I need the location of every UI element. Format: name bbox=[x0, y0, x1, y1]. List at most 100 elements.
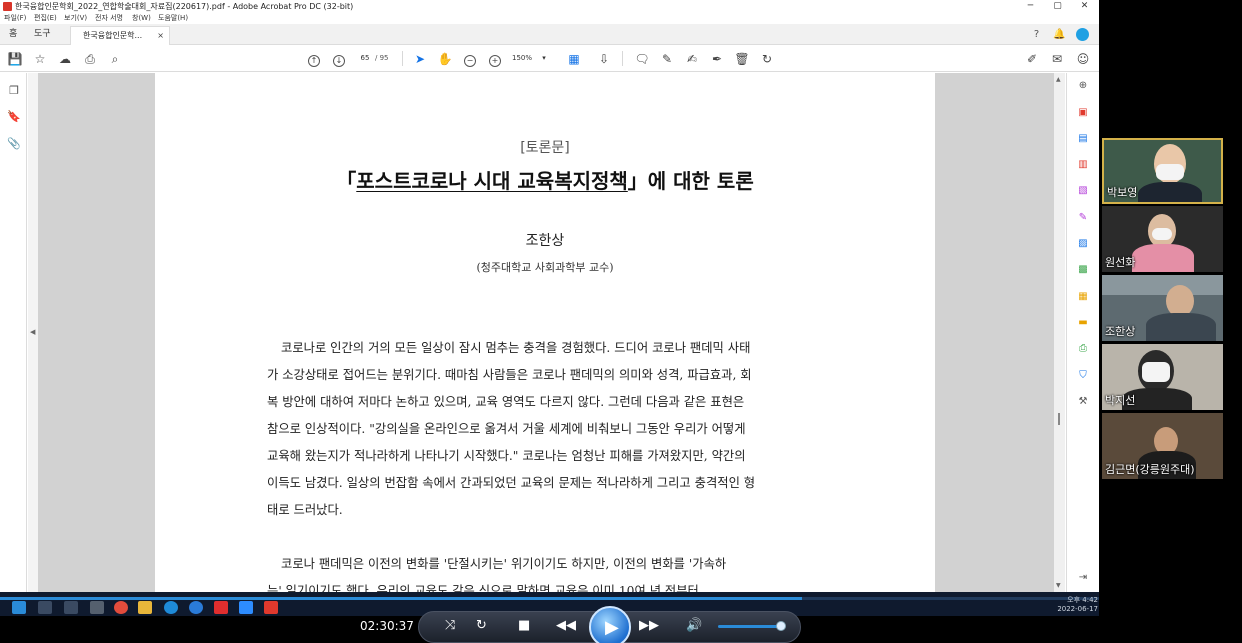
highlight-pen-icon[interactable]: ✎ bbox=[659, 51, 675, 67]
menu-esign[interactable]: 전자 서명 bbox=[95, 13, 123, 24]
hand-tool-icon[interactable]: ✋ bbox=[437, 51, 453, 67]
edit-sign-icon[interactable]: ✐ bbox=[1024, 51, 1040, 67]
page-number-input[interactable]: 65 bbox=[354, 51, 376, 66]
participant-tile[interactable]: 원선화 bbox=[1102, 206, 1223, 272]
stop-icon[interactable]: ■ bbox=[518, 618, 530, 633]
volume-slider[interactable] bbox=[718, 625, 784, 628]
zoom-in-icon[interactable]: + bbox=[487, 51, 503, 67]
tab-home[interactable]: 홈 bbox=[9, 24, 17, 45]
windows-start-icon[interactable] bbox=[12, 601, 26, 614]
text-line: 가 소강상태로 접어드는 분위기다. 때마침 사람들은 코로나 팬데믹의 의미와… bbox=[267, 368, 752, 382]
redo-icon[interactable]: ↻ bbox=[759, 51, 775, 67]
export-pdf-icon[interactable]: ▣ bbox=[1076, 106, 1090, 120]
participant-tile[interactable]: 박보영 bbox=[1102, 138, 1223, 204]
create-pdf-icon[interactable]: ▤ bbox=[1076, 132, 1090, 146]
maximize-button[interactable]: ▢ bbox=[1045, 0, 1070, 13]
task-view-icon[interactable] bbox=[64, 601, 78, 614]
scroll-down-icon[interactable]: ▼ bbox=[1056, 582, 1061, 589]
playback-progress[interactable] bbox=[0, 597, 1099, 600]
app-taskbar-icon[interactable] bbox=[90, 601, 104, 614]
comment-icon[interactable]: 🗨 bbox=[634, 51, 650, 67]
volume-slider-knob[interactable] bbox=[776, 621, 786, 631]
bookmark-star-icon[interactable]: ☆ bbox=[32, 51, 48, 67]
page-total: / 95 bbox=[375, 54, 389, 62]
page-thumbnails-icon[interactable]: ❐ bbox=[6, 83, 22, 99]
comment-tool-icon[interactable]: ▬ bbox=[1076, 316, 1090, 330]
account-avatar[interactable] bbox=[1076, 28, 1089, 41]
print-icon[interactable]: ⎙ bbox=[82, 51, 98, 67]
menu-edit[interactable]: 편집(E) bbox=[34, 13, 57, 24]
compare-files-icon[interactable]: ▩ bbox=[1076, 263, 1090, 277]
tab-bar: 홈 도구 한국융합인문학... × ? 🔔 bbox=[0, 24, 1099, 45]
tab-document[interactable]: 한국융합인문학... × bbox=[70, 26, 170, 45]
document-viewport[interactable]: [토론문] 「포스트코로나 시대 교육복지정책」에 대한 토론 조한상 (청주대… bbox=[38, 73, 1054, 592]
fill-sign-icon[interactable]: ✒ bbox=[709, 51, 725, 67]
text-line: 는' 일기이기도 했다. 우리의 교육도 같은 식으로 말하면 교육은 이미 1… bbox=[267, 584, 699, 592]
shuffle-icon[interactable]: ⤨ bbox=[445, 618, 455, 633]
combine-files-icon[interactable]: ▦ bbox=[1076, 290, 1090, 304]
participant-tile[interactable]: 조한상 bbox=[1102, 275, 1223, 341]
bookmarks-icon[interactable]: 🔖 bbox=[6, 109, 22, 125]
notifications-bell-icon[interactable]: 🔔 bbox=[1053, 28, 1066, 41]
participant-tile[interactable]: 박지선 bbox=[1102, 344, 1223, 410]
acrobat-taskbar-icon[interactable] bbox=[264, 601, 278, 614]
edge-icon[interactable] bbox=[164, 601, 178, 614]
delete-icon[interactable]: 🗑 bbox=[734, 51, 750, 67]
organize-pages-icon[interactable]: ▥ bbox=[1076, 158, 1090, 172]
print-production-icon[interactable]: ⎙ bbox=[1076, 342, 1090, 356]
select-cursor-icon[interactable]: ➤ bbox=[412, 51, 428, 67]
youtube-icon[interactable] bbox=[214, 601, 228, 614]
zoom-out-icon[interactable]: − bbox=[462, 51, 478, 67]
acrobat-app-icon bbox=[3, 2, 12, 11]
play-button[interactable]: ▶ bbox=[589, 606, 631, 643]
internet-explorer-icon[interactable] bbox=[189, 601, 203, 614]
send-for-comments-icon[interactable]: ▨ bbox=[1076, 237, 1090, 251]
menu-help[interactable]: 도움말(H) bbox=[158, 13, 188, 24]
vertical-scrollbar[interactable]: ▲ ▼ bbox=[1054, 73, 1065, 592]
fast-forward-icon[interactable]: ▶▶ bbox=[639, 618, 659, 633]
zoom-app-icon[interactable] bbox=[239, 601, 253, 614]
scroll-mode-icon[interactable]: ⇩ bbox=[596, 51, 612, 67]
menu-window[interactable]: 창(W) bbox=[132, 13, 151, 24]
attachments-icon[interactable]: 📎 bbox=[6, 136, 22, 152]
scroll-thumb[interactable] bbox=[1058, 413, 1060, 425]
search-taskbar-icon[interactable] bbox=[38, 601, 52, 614]
more-tools-icon[interactable]: ⚒ bbox=[1076, 395, 1090, 409]
text-line: 이득도 남겼다. 일상의 번잡함 속에서 간과되었던 교육의 문제는 적나라하게… bbox=[267, 476, 756, 490]
close-tab-icon[interactable]: × bbox=[157, 27, 164, 45]
tab-tools[interactable]: 도구 bbox=[34, 24, 51, 45]
text-line: 교육해 왔는지가 적나라하게 나타나기 시작했다." 코로나는 엄청난 피해를 … bbox=[267, 449, 746, 463]
participant-tile[interactable]: 김근면(강릉원주대) bbox=[1102, 413, 1223, 479]
zoom-select[interactable]: 150% ▾ bbox=[512, 51, 556, 66]
previous-page-icon[interactable]: ↑ bbox=[306, 51, 322, 67]
file-explorer-icon[interactable] bbox=[138, 601, 152, 614]
left-panel-toggle[interactable]: ◀ bbox=[28, 73, 38, 592]
edit-pdf-icon[interactable]: ▧ bbox=[1076, 184, 1090, 198]
zoom-search-icon[interactable]: ⊕ bbox=[1076, 79, 1090, 93]
page-fit-icon[interactable]: ▦ bbox=[566, 51, 582, 67]
menu-view[interactable]: 보기(V) bbox=[64, 13, 87, 24]
mail-icon[interactable]: ✉ bbox=[1049, 51, 1065, 67]
menu-file[interactable]: 파일(F) bbox=[4, 13, 26, 24]
protect-icon[interactable]: ⛉ bbox=[1076, 369, 1090, 383]
chrome-icon[interactable] bbox=[114, 601, 128, 614]
save-icon[interactable]: 💾 bbox=[7, 51, 23, 67]
tab-document-label: 한국융합인문학... bbox=[83, 31, 143, 40]
help-icon[interactable]: ? bbox=[1030, 28, 1043, 41]
search-icon[interactable]: ⌕ bbox=[107, 51, 123, 67]
draw-icon[interactable]: ✍ bbox=[684, 51, 700, 67]
rewind-icon[interactable]: ◀◀ bbox=[556, 618, 576, 633]
participant-name: 조한상 bbox=[1105, 325, 1136, 338]
minimize-button[interactable]: ─ bbox=[1018, 0, 1043, 13]
upload-cloud-icon[interactable]: ☁ bbox=[57, 51, 73, 67]
volume-icon[interactable]: 🔊 bbox=[686, 618, 702, 633]
scroll-up-icon[interactable]: ▲ bbox=[1056, 76, 1061, 83]
repeat-icon[interactable]: ↻ bbox=[476, 618, 487, 633]
page-title: 「포스트코로나 시대 교육복지정책」에 대한 토론 bbox=[155, 165, 935, 194]
text-line: 복 방안에 대하여 저마다 논하고 있으며, 교육 영역도 다르지 않다. 그런… bbox=[267, 395, 745, 409]
close-window-button[interactable]: ✕ bbox=[1072, 0, 1097, 13]
next-page-icon[interactable]: ↓ bbox=[331, 51, 347, 67]
share-user-icon[interactable]: ☺ bbox=[1075, 51, 1091, 67]
collapse-pane-icon[interactable]: ⇥ bbox=[1076, 571, 1090, 585]
fill-and-sign-icon[interactable]: ✎ bbox=[1076, 211, 1090, 225]
